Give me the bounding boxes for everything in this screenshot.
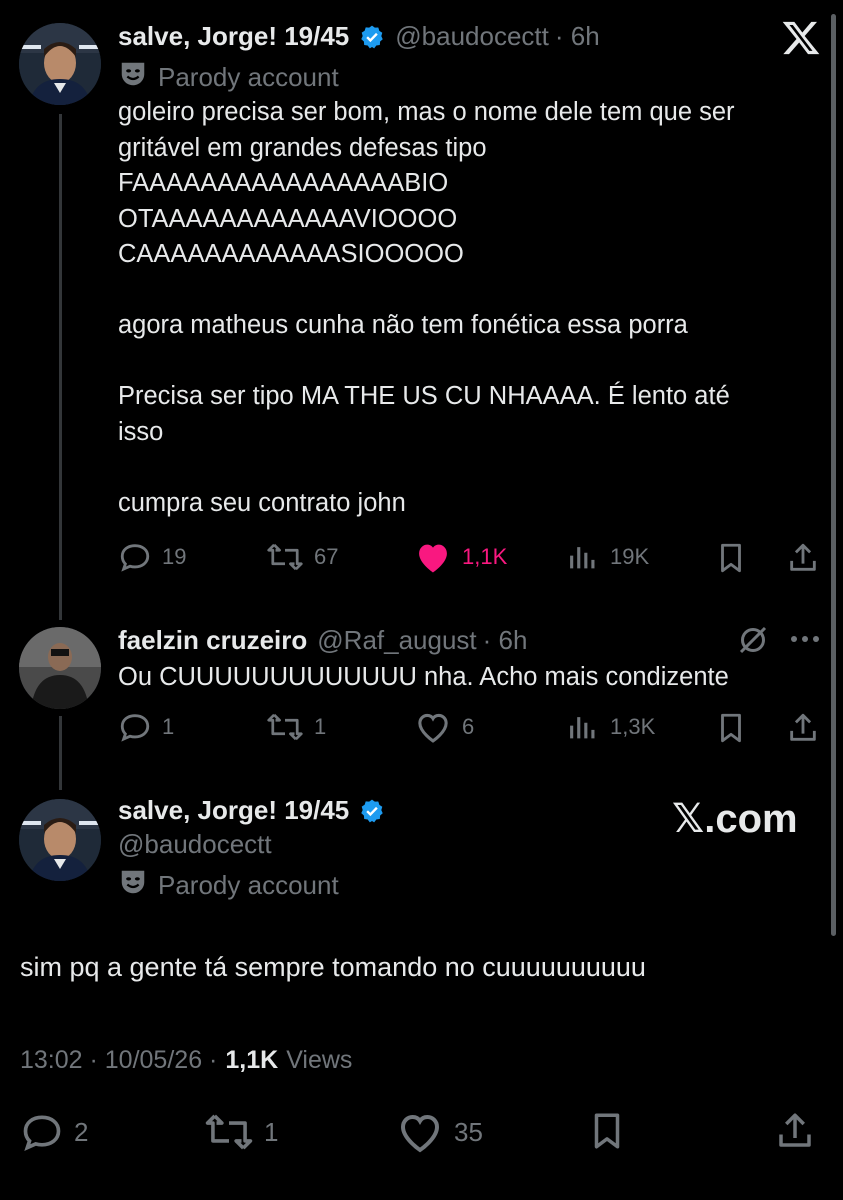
parody-label: Parody account (118, 59, 339, 96)
user-handle[interactable]: @baudocectt (395, 21, 549, 52)
bookmark-icon (714, 543, 748, 580)
scrollbar[interactable] (831, 14, 836, 936)
repost-icon (266, 710, 304, 744)
tweet-time[interactable]: · 6h (483, 625, 528, 656)
views-label: Views (286, 1046, 353, 1074)
parody-mask-icon (118, 59, 148, 96)
user-handle[interactable]: @baudocectt (118, 829, 272, 860)
reply-button[interactable]: 1 (118, 710, 174, 744)
repost-icon (266, 540, 304, 574)
repost-count: 1 (264, 1116, 279, 1147)
verified-badge-icon (359, 24, 385, 50)
more-options-icon[interactable] (788, 632, 822, 651)
tweet-text: goleiro precisa ser bom, mas o nome dele… (118, 98, 735, 517)
share-icon (786, 543, 820, 580)
repost-button[interactable]: 1 (266, 710, 326, 744)
bookmark-button[interactable] (714, 710, 748, 751)
views-chart-icon (566, 710, 600, 744)
like-count: 35 (454, 1116, 483, 1147)
like-button[interactable]: 1,1K (414, 540, 507, 574)
share-icon (774, 1113, 816, 1158)
x-logo-icon[interactable] (780, 18, 822, 63)
bookmark-icon (586, 1113, 628, 1158)
display-name[interactable]: faelzin cruzeiro (118, 625, 307, 656)
views-chart-icon (566, 540, 600, 574)
share-button[interactable] (786, 540, 820, 581)
repost-count: 1 (314, 714, 327, 739)
heart-outline-icon (414, 710, 452, 744)
avatar[interactable] (19, 23, 101, 105)
views-button[interactable]: 1,3K (566, 710, 655, 744)
heart-filled-icon (414, 540, 452, 574)
tweet-text: sim pq a gente tá sempre tomando no cuuu… (20, 952, 646, 982)
tweet-time[interactable]: · 6h (555, 21, 600, 52)
reply-count: 2 (74, 1116, 89, 1147)
like-count: 1,1K (462, 544, 508, 569)
reply-count: 1 (162, 714, 175, 739)
bookmark-button[interactable] (586, 1108, 628, 1159)
automated-account-icon (735, 622, 771, 663)
parody-mask-icon (118, 867, 148, 904)
share-button[interactable] (774, 1108, 816, 1159)
avatar[interactable] (19, 627, 101, 709)
parody-label-text: Parody account (158, 62, 339, 92)
thread-line (59, 114, 62, 620)
tweet-header: faelzin cruzeiro @Raf_august · 6h (118, 625, 527, 656)
reply-icon (118, 710, 152, 744)
reply-icon (20, 1110, 64, 1154)
display-name[interactable]: salve, Jorge! 19/45 (118, 21, 349, 52)
thread-line (59, 716, 62, 790)
views-count: 1,3K (610, 714, 656, 739)
views-total: 1,1K (225, 1046, 279, 1074)
tweet-header: salve, Jorge! 19/45 @baudocectt · 6h (118, 21, 600, 52)
parody-label-text: Parody account (158, 870, 339, 900)
display-name[interactable]: salve, Jorge! 19/45 (118, 795, 349, 826)
reply-icon (118, 540, 152, 574)
reply-count: 19 (162, 544, 187, 569)
like-count: 6 (462, 714, 475, 739)
parody-label: Parody account (118, 867, 339, 904)
user-handle[interactable]: @Raf_august (317, 625, 476, 656)
heart-outline-icon (396, 1110, 444, 1154)
x-com-brand: 𝕏.com (672, 797, 798, 841)
share-button[interactable] (786, 710, 820, 751)
reply-button[interactable]: 19 (118, 540, 186, 574)
tweet-metadata: 13:02 · 10/05/26 · 1,1K Views (20, 1046, 352, 1075)
tweet-timestamp[interactable]: 13:02 · 10/05/26 · (20, 1046, 217, 1075)
tweet-text: Ou CUUUUUUUUUUUUU nha. Acho mais condize… (118, 663, 729, 691)
avatar[interactable] (19, 799, 101, 881)
repost-button[interactable]: 67 (266, 540, 338, 574)
repost-count: 67 (314, 544, 339, 569)
bookmark-icon (714, 713, 748, 750)
tweet-header: salve, Jorge! 19/45 (118, 795, 385, 826)
bookmark-button[interactable] (714, 540, 748, 581)
repost-button[interactable]: 1 (204, 1110, 278, 1154)
views-count: 19K (610, 544, 650, 569)
share-icon (786, 713, 820, 750)
like-button[interactable]: 35 (396, 1110, 483, 1154)
views-button[interactable]: 19K (566, 540, 649, 574)
repost-icon (204, 1110, 254, 1154)
reply-button[interactable]: 2 (20, 1110, 88, 1154)
verified-badge-icon (359, 798, 385, 824)
like-button[interactable]: 6 (414, 710, 474, 744)
